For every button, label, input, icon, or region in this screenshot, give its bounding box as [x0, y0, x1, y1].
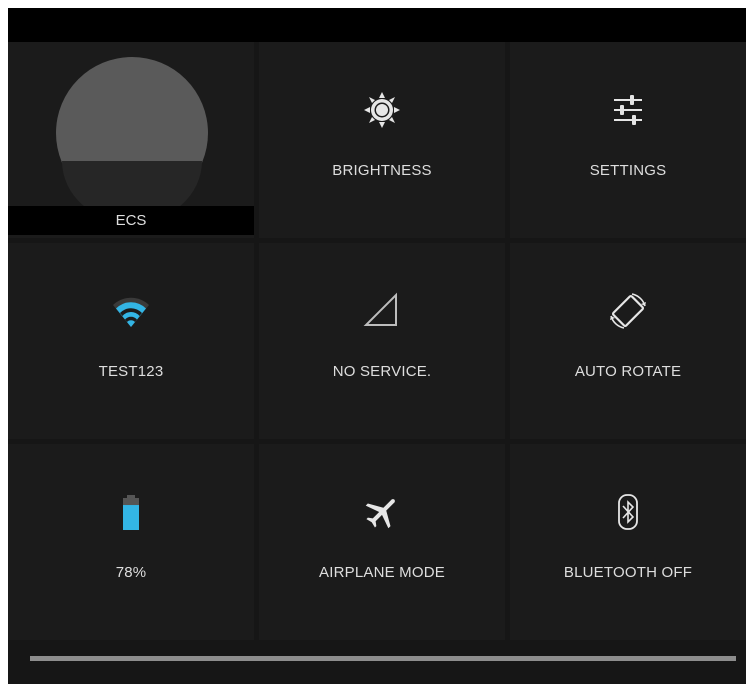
auto-rotate-icon — [608, 291, 648, 331]
wifi-icon — [111, 291, 151, 331]
status-bar — [8, 8, 746, 42]
airplane-mode-tile[interactable]: AIRPLANE MODE — [259, 444, 505, 640]
settings-sliders-icon — [608, 90, 648, 130]
auto-rotate-tile[interactable]: AUTO ROTATE — [510, 243, 746, 439]
quick-settings-panel: ECS BRIGHTNESS SETTINGS TEST123 NO SERVI… — [8, 8, 746, 684]
battery-tile[interactable]: 78% — [8, 444, 254, 640]
battery-icon — [111, 492, 151, 532]
auto-rotate-label: AUTO ROTATE — [574, 363, 682, 380]
wifi-label: TEST123 — [98, 363, 164, 380]
signal-tile[interactable]: NO SERVICE. — [259, 243, 505, 439]
battery-level-fill — [123, 505, 139, 530]
brightness-icon — [362, 90, 402, 130]
bluetooth-tile[interactable]: BLUETOOTH OFF — [510, 444, 746, 640]
drag-handle[interactable] — [30, 656, 736, 661]
brightness-tile[interactable]: BRIGHTNESS — [259, 42, 505, 238]
avatar — [56, 57, 208, 209]
settings-tile[interactable]: SETTINGS — [510, 42, 746, 238]
brightness-label: BRIGHTNESS — [332, 162, 432, 179]
signal-icon — [362, 291, 402, 331]
signal-label: NO SERVICE. — [332, 363, 432, 380]
battery-label: 78% — [115, 564, 147, 581]
user-name: ECS — [115, 212, 147, 229]
airplane-icon — [362, 492, 402, 532]
panel-bottom — [8, 632, 746, 684]
settings-label: SETTINGS — [589, 162, 667, 179]
wifi-tile[interactable]: TEST123 — [8, 243, 254, 439]
user-tile[interactable]: ECS — [8, 42, 254, 238]
bluetooth-icon — [608, 492, 648, 532]
airplane-mode-label: AIRPLANE MODE — [319, 564, 445, 581]
bluetooth-label: BLUETOOTH OFF — [563, 564, 693, 581]
quick-settings-grid: ECS BRIGHTNESS SETTINGS TEST123 NO SERVI… — [8, 42, 746, 640]
